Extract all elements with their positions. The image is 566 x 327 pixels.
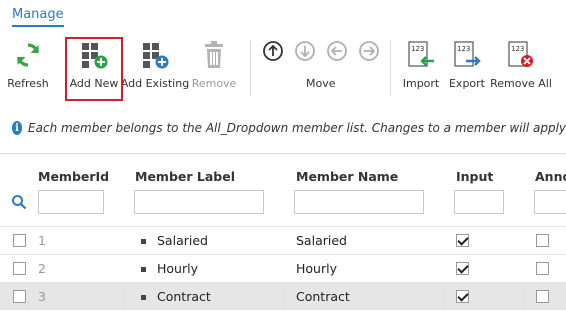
anno-filter-input[interactable]: [534, 190, 566, 214]
add-new-highlight: [65, 37, 123, 101]
column-divider: [124, 283, 125, 311]
bullet-icon: [141, 267, 146, 272]
move-down-icon[interactable]: [294, 40, 316, 62]
export-icon: 123: [451, 38, 483, 72]
move-right-icon[interactable]: [358, 40, 380, 62]
move-up-icon[interactable]: [262, 40, 284, 62]
table-row[interactable]: 1 Salaried Salaried: [0, 226, 566, 254]
refresh-button[interactable]: Refresh: [6, 30, 50, 96]
row-select-checkbox[interactable]: [13, 290, 26, 303]
export-button[interactable]: 123 Export: [446, 30, 488, 96]
bullet-icon: [141, 295, 146, 300]
anno-checkbox[interactable]: [536, 234, 549, 247]
input-checkbox[interactable]: [456, 262, 469, 275]
members-grid: MemberId Member Label Member Name Input …: [0, 153, 566, 327]
import-button[interactable]: 123 Import: [400, 30, 442, 96]
bullet-icon: [141, 239, 146, 244]
remove-all-button[interactable]: 123 Remove All: [490, 30, 552, 96]
column-header-member-label[interactable]: Member Label: [135, 169, 235, 184]
input-checkbox[interactable]: [456, 290, 469, 303]
refresh-icon: [12, 38, 44, 72]
import-icon: 123: [405, 38, 437, 72]
cell-memberid: 1: [38, 233, 46, 248]
remove-all-badge: 123: [511, 45, 524, 53]
row-select-checkbox[interactable]: [13, 234, 26, 247]
export-label: Export: [448, 77, 485, 90]
add-existing-label: Add Existing: [120, 77, 190, 90]
ribbon-separator: [250, 40, 251, 96]
remove-button[interactable]: Remove: [192, 30, 236, 96]
info-icon: i: [12, 121, 23, 135]
cell-member-label: Hourly: [157, 261, 198, 276]
row-select-checkbox[interactable]: [13, 262, 26, 275]
table-row[interactable]: 3 Contract Contract: [0, 282, 566, 311]
column-divider: [284, 283, 285, 311]
trash-icon: [198, 38, 230, 72]
info-message: Each member belongs to the All_Dropdown …: [28, 121, 566, 135]
export-badge: 123: [457, 45, 470, 53]
anno-checkbox[interactable]: [536, 262, 549, 275]
column-header-memberid[interactable]: MemberId: [38, 169, 109, 184]
import-badge: 123: [411, 45, 424, 53]
column-header-input[interactable]: Input: [456, 169, 493, 184]
add-existing-icon: [139, 38, 171, 72]
anno-checkbox[interactable]: [536, 290, 549, 303]
cell-member-name: Salaried: [296, 233, 347, 248]
remove-label: Remove: [191, 77, 237, 90]
search-icon[interactable]: [11, 194, 27, 210]
refresh-label: Refresh: [7, 77, 49, 90]
tab-active-underline: [12, 25, 64, 27]
cell-member-label: Salaried: [157, 233, 208, 248]
column-divider: [524, 283, 525, 311]
info-bar: i Each member belongs to the All_Dropdow…: [0, 116, 566, 140]
member-name-filter-input[interactable]: [294, 190, 424, 214]
column-header-member-name[interactable]: Member Name: [296, 169, 398, 184]
cell-memberid: 3: [38, 289, 46, 304]
cell-member-name: Hourly: [296, 261, 337, 276]
column-divider: [444, 283, 445, 311]
move-group: [262, 40, 380, 64]
remove-all-icon: 123: [505, 38, 537, 72]
cell-member-label: Contract: [157, 289, 211, 304]
tab-manage[interactable]: Manage: [12, 7, 64, 22]
remove-all-label: Remove All: [490, 77, 552, 90]
add-existing-button[interactable]: Add Existing: [120, 30, 190, 96]
input-filter-input[interactable]: [454, 190, 504, 214]
column-divider: [28, 283, 29, 311]
import-label: Import: [402, 77, 440, 90]
cell-memberid: 2: [38, 261, 46, 276]
column-header-anno[interactable]: Anno: [535, 169, 566, 184]
table-row[interactable]: 2 Hourly Hourly: [0, 254, 566, 282]
move-label: Move: [306, 77, 336, 90]
tab-strip: Manage: [0, 0, 566, 28]
cell-member-name: Contract: [296, 289, 350, 304]
member-label-filter-input[interactable]: [134, 190, 264, 214]
memberid-filter-input[interactable]: [38, 190, 104, 214]
input-checkbox[interactable]: [456, 234, 469, 247]
move-left-icon[interactable]: [326, 40, 348, 62]
ribbon-separator: [390, 40, 391, 96]
